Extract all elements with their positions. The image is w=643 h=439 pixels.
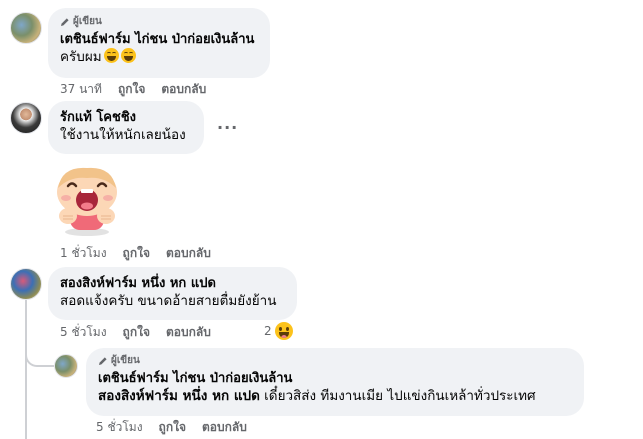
laughing-cartoon-sticker <box>57 167 117 236</box>
reply-button[interactable]: ตอบกลับ <box>202 419 247 435</box>
comment-bubble: ผู้เขียน เตชินธ์ฟาร์ม ไก่ชน ป่าก่อยเงินล… <box>48 8 270 78</box>
comment-text: ครับผม <box>60 48 258 67</box>
timestamp[interactable]: 5 ชั่วโมง <box>60 324 107 340</box>
like-button[interactable]: ถูกใจ <box>123 245 150 261</box>
comments-section: ผู้เขียน เตชินธ์ฟาร์ม ไก่ชน ป่าก่อยเงินล… <box>0 0 643 439</box>
comment-bubble: รักแท้ โคชชิง ใช้งานให้หนักเลยน้อง <box>48 101 204 154</box>
comment-text-content: ครับผม <box>60 49 102 65</box>
reply-connector-curve <box>25 333 54 367</box>
more-options-button[interactable]: ··· <box>217 118 238 137</box>
comment-text: สอดแจ้งครับ ขนาดอ้ายสายตื่มยังย้าน <box>60 293 277 309</box>
reply-actions: 5 ชั่วโมง ถูกใจ ตอบกลับ <box>96 419 247 435</box>
reply-button[interactable]: ตอบกลับ <box>166 245 211 261</box>
pencil-icon <box>61 17 69 26</box>
reply-text-content: เดี๋ยวสิส่ง ทีมงานเมีย ไปแข่งกินเหล้าทั่… <box>259 388 536 404</box>
comment-actions: 37 นาที ถูกใจ ตอบกลับ <box>60 81 206 97</box>
like-button[interactable]: ถูกใจ <box>118 81 145 97</box>
timestamp[interactable]: 5 ชั่วโมง <box>96 419 143 435</box>
avatar[interactable] <box>10 102 42 134</box>
reply-author-name[interactable]: เตชินธ์ฟาร์ม ไก่ชน ป่าก่อยเงินล้าน <box>98 370 572 387</box>
author-badge-label: ผู้เขียน <box>111 355 140 366</box>
like-button[interactable]: ถูกใจ <box>159 419 186 435</box>
comment-text: ใช้งานให้หนักเลยน้อง <box>60 127 186 143</box>
reply-bubble: ผู้เขียน เตชินธ์ฟาร์ม ไก่ชน ป่าก่อยเงินล… <box>86 348 584 416</box>
thread-connector-line <box>25 297 27 439</box>
author-badge-label: ผู้เขียน <box>73 16 102 27</box>
grinning-squinting-face-icon <box>120 48 136 63</box>
timestamp[interactable]: 37 นาที <box>60 81 102 97</box>
avatar[interactable] <box>54 354 78 378</box>
author-badge: ผู้เขียน <box>98 354 572 367</box>
avatar[interactable] <box>10 12 42 44</box>
comment-author-name[interactable]: เตชินธ์ฟาร์ม ไก่ชน ป่าก่อยเงินล้าน <box>60 31 258 48</box>
author-badge: ผู้เขียน <box>60 15 258 28</box>
mention-link[interactable]: สองสิงห์ฟาร์ม หนึ่ง หก แปด <box>98 388 260 404</box>
reply-button[interactable]: ตอบกลับ <box>161 81 206 97</box>
comment-author-name[interactable]: รักแท้ โคชชิง <box>60 109 192 126</box>
comment-actions: 1 ชั่วโมง ถูกใจ ตอบกลับ <box>60 245 211 261</box>
pencil-icon <box>99 356 107 365</box>
grinning-squinting-face-icon <box>103 48 119 63</box>
reaction-summary[interactable]: 2 <box>264 322 293 340</box>
avatar[interactable] <box>10 268 42 300</box>
reaction-count: 2 <box>264 324 272 338</box>
comment-author-name[interactable]: สองสิงห์ฟาร์ม หนึ่ง หก แปด <box>60 275 285 292</box>
haha-reaction-icon <box>274 322 293 340</box>
timestamp[interactable]: 1 ชั่วโมง <box>60 245 107 261</box>
reply-button[interactable]: ตอบกลับ <box>166 324 211 340</box>
comment-actions: 5 ชั่วโมง ถูกใจ ตอบกลับ <box>60 324 211 340</box>
reply-text: สองสิงห์ฟาร์ม หนึ่ง หก แปด เดี๋ยวสิส่ง ท… <box>98 387 572 406</box>
like-button[interactable]: ถูกใจ <box>123 324 150 340</box>
comment-bubble: สองสิงห์ฟาร์ม หนึ่ง หก แปด สอดแจ้งครับ ข… <box>48 267 297 320</box>
